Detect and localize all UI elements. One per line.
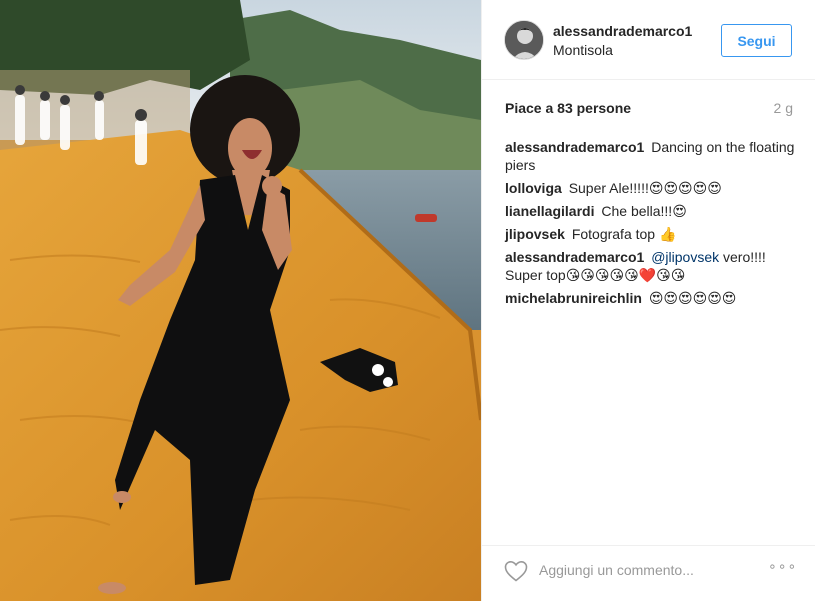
comment-item: michelabrunireichlin 😍😍😍😍😍😍 [505,289,795,307]
post-footer: ∘∘∘ [482,545,815,601]
comment-text: Che bella!!!😍 [601,203,687,219]
add-comment-input[interactable] [539,558,739,582]
comment-item: lolloviga Super Ale!!!!!😍😍😍😍😍 [505,179,795,197]
post-location[interactable]: Montisola [553,42,613,58]
post-time[interactable]: 2 g [774,100,793,116]
likes-row: Piace a 83 persone 2 g [505,100,793,120]
avatar[interactable] [504,20,544,60]
comment-username[interactable]: lianellagilardi [505,203,594,219]
post-author-username[interactable]: alessandrademarco1 [553,23,692,39]
comment-item: jlipovsek Fotografa top 👍 [505,225,795,243]
comment-username[interactable]: alessandrademarco1 [505,139,644,155]
heart-outline-icon[interactable] [504,560,528,582]
comment-username[interactable]: jlipovsek [505,226,565,242]
comment-item: lianellagilardi Che bella!!!😍 [505,202,795,220]
comment-text: Super Ale!!!!!😍😍😍😍😍 [568,180,722,196]
comment-username[interactable]: lolloviga [505,180,562,196]
comments-list: alessandrademarco1 Dancing on the floati… [505,138,795,312]
comment-item: alessandrademarco1 @jlipovsek vero!!!! S… [505,248,795,284]
comment-username[interactable]: alessandrademarco1 [505,249,644,265]
comment-username[interactable]: michelabrunireichlin [505,290,642,306]
comment-item: alessandrademarco1 Dancing on the floati… [505,138,795,174]
likes-count[interactable]: Piace a 83 persone [505,100,631,116]
comment-mention[interactable]: @jlipovsek [651,249,719,265]
follow-button[interactable]: Segui [721,24,792,57]
comment-text: Fotografa top 👍 [571,226,677,242]
comment-text: 😍😍😍😍😍😍 [648,290,737,306]
post-photo[interactable] [0,0,481,601]
ellipsis-icon[interactable]: ∘∘∘ [768,558,796,578]
post-header: alessandrademarco1 Montisola Segui [482,0,815,80]
photo-canvas [0,0,481,601]
post-side-panel: alessandrademarco1 Montisola Segui Piace… [481,0,815,601]
avatar-image [505,21,543,59]
